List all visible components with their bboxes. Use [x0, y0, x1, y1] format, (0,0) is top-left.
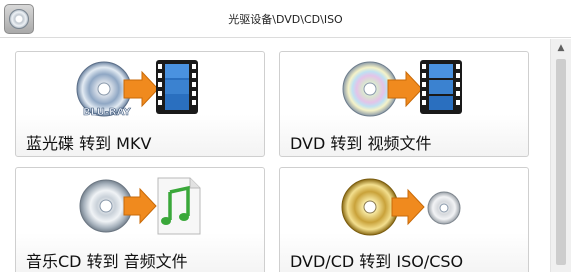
- bluray-disc-icon: BLU-RAY: [76, 61, 132, 118]
- music-cd-to-audio-card[interactable]: 音乐CD 转到 音频文件: [15, 167, 265, 272]
- vertical-scrollbar[interactable]: ▲: [550, 39, 571, 272]
- bluray-to-mkv-illustration: BLU-RAY: [76, 60, 198, 118]
- film-strip-icon: [156, 60, 198, 114]
- card-label: DVD/CD 转到 ISO/CSO: [290, 252, 464, 271]
- disc-to-iso-illustration: [341, 178, 461, 236]
- card-label: DVD 转到 视频文件: [290, 134, 432, 153]
- conversion-options-panel: BLU-RAY 蓝光碟 转到 MKV DVD 转到 视频文件 音乐CD 转到 音…: [0, 39, 550, 272]
- scroll-down-area[interactable]: [551, 264, 571, 272]
- scroll-thumb[interactable]: [556, 59, 566, 265]
- disc-to-iso-card[interactable]: DVD/CD 转到 ISO/CSO: [279, 167, 529, 272]
- music-cd-to-audio-illustration: [79, 177, 201, 235]
- card-label: 音乐CD 转到 音频文件: [26, 252, 188, 271]
- arrow-right-icon: [123, 70, 159, 108]
- title-bar: 光驱设备\DVD\CD\ISO: [0, 0, 571, 38]
- dvd-to-video-card[interactable]: DVD 转到 视频文件: [279, 51, 529, 157]
- card-label: 蓝光碟 转到 MKV: [26, 134, 152, 153]
- iso-disc-icon: [427, 191, 461, 225]
- arrow-right-icon: [391, 188, 425, 226]
- music-file-icon: [157, 177, 201, 235]
- svg-text:BLU-RAY: BLU-RAY: [83, 107, 131, 118]
- gold-disc-icon: [341, 178, 399, 236]
- scroll-up-arrow-icon[interactable]: ▲: [551, 39, 571, 57]
- bluray-to-mkv-card[interactable]: BLU-RAY 蓝光碟 转到 MKV: [15, 51, 265, 157]
- window-title: 光驱设备\DVD\CD\ISO: [228, 13, 343, 26]
- film-strip-icon: [420, 60, 462, 114]
- dvd-to-video-illustration: [342, 60, 462, 117]
